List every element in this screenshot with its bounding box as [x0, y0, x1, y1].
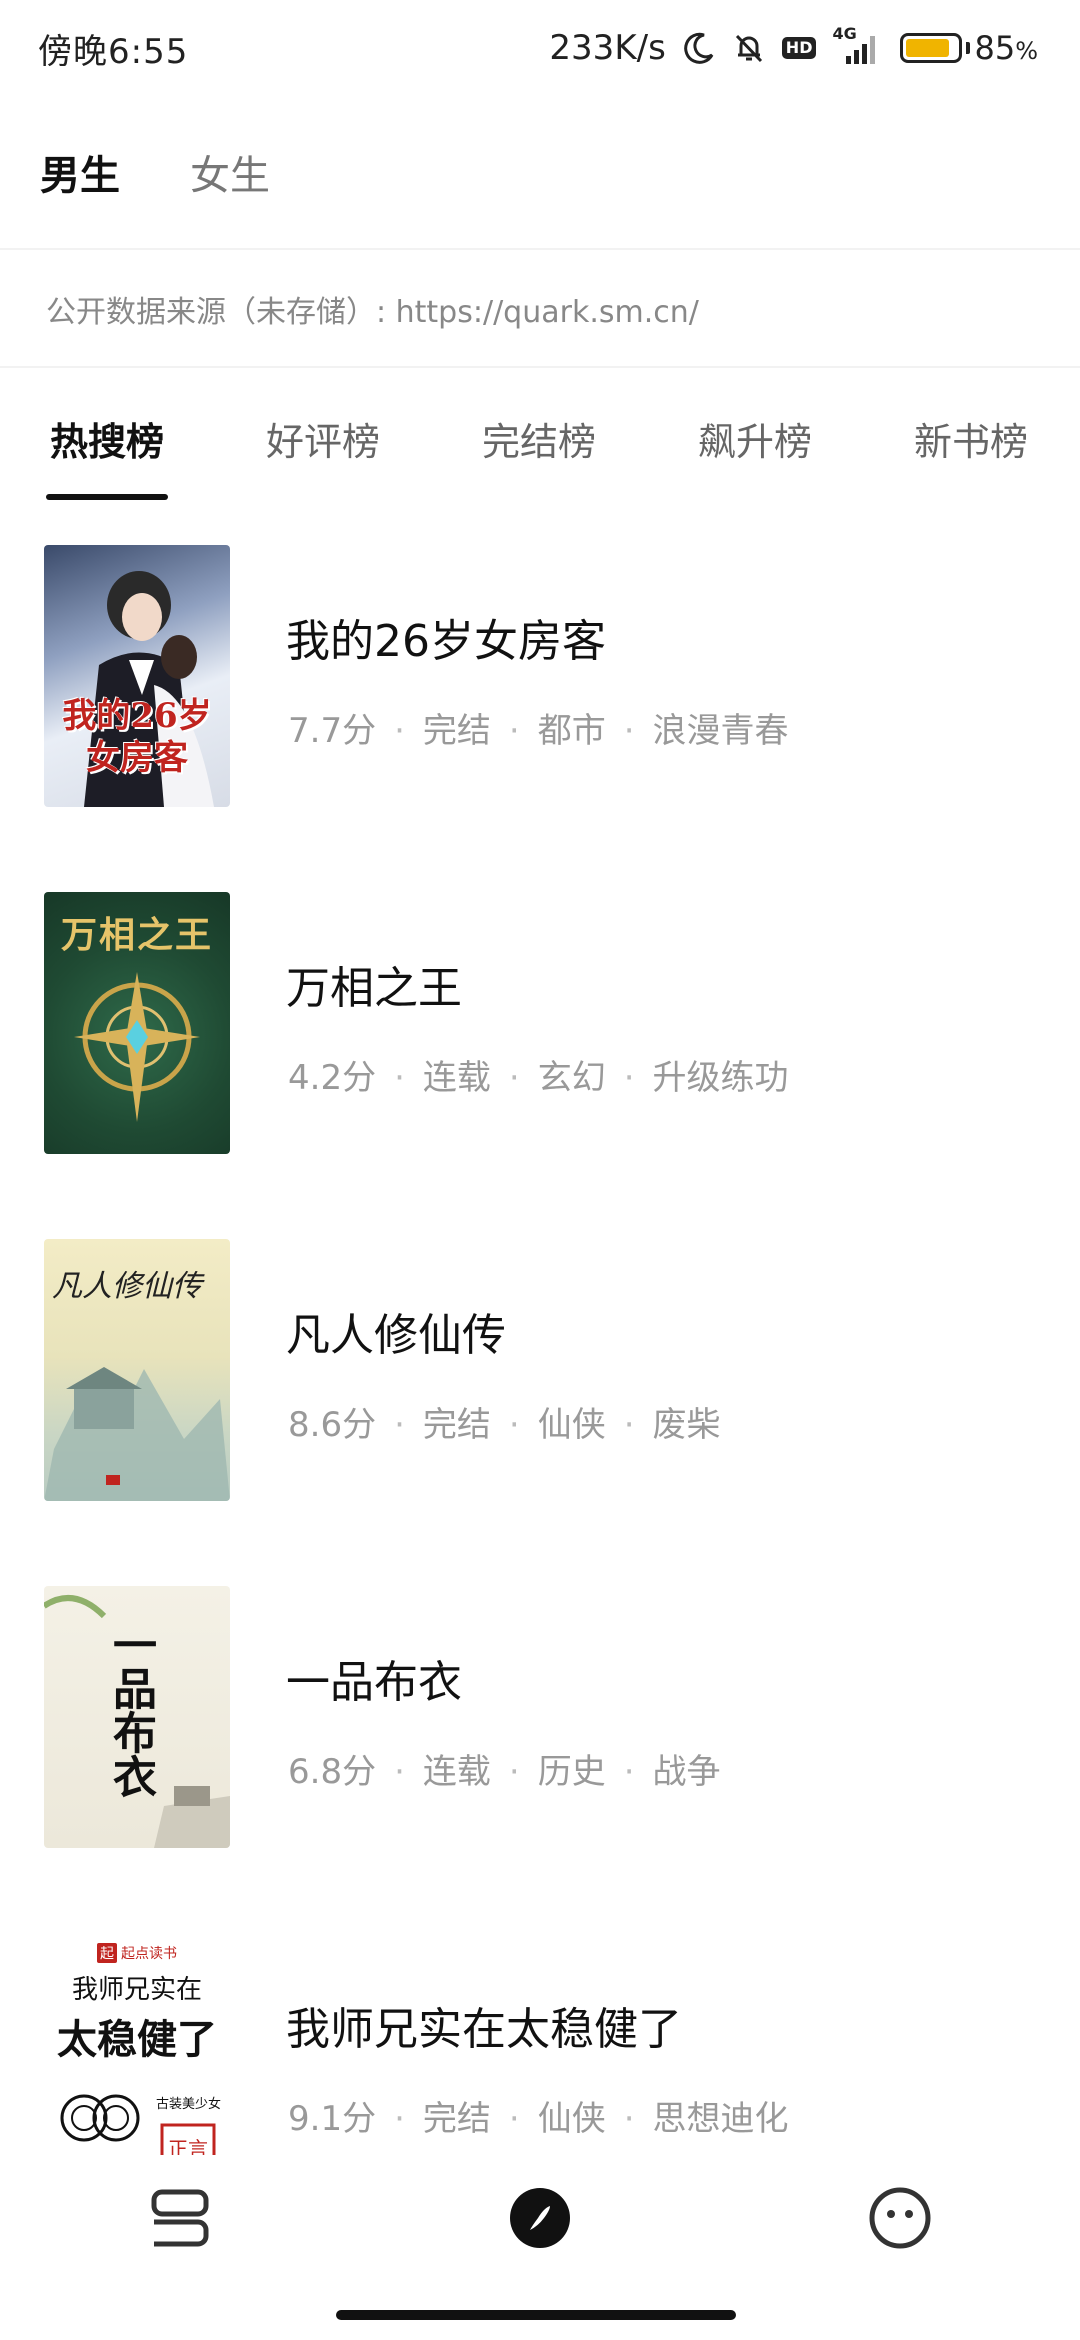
book-status: 连载	[422, 1752, 491, 1792]
tab-rising[interactable]: 飙升榜	[690, 370, 820, 506]
book-title[interactable]: 我的26岁女房客	[286, 605, 606, 669]
battery-indicator: 85%	[900, 29, 1038, 67]
book-meta: 6.8分 · 连载 · 历史 · 战争	[288, 1752, 721, 1792]
tab-hot-search[interactable]: 热搜榜	[42, 370, 172, 506]
cover-stamp: 正言	[168, 2137, 208, 2155]
battery-icon	[900, 33, 963, 63]
book-category: 历史	[537, 1752, 606, 1792]
ranking-tabs: 热搜榜 好评榜 完结榜 飙升榜 新书榜	[0, 370, 1080, 506]
tab-male[interactable]: 男生	[40, 143, 120, 201]
battery-fill	[906, 39, 949, 57]
cover-title: 万相之王	[60, 914, 213, 956]
book-title[interactable]: 凡人修仙传	[286, 1299, 506, 1363]
book-item[interactable]: 起起点读书 我师兄实在 太稳健了 古装美少女 正言 我师兄实在太稳健了 9.1分…	[0, 1933, 1080, 2155]
book-score: 4.2分	[288, 1058, 377, 1098]
book-meta: 4.2分 · 连载 · 玄幻 · 升级练功	[288, 1058, 789, 1098]
source-notice: 公开数据来源（未存储）: https://quark.sm.cn/	[0, 252, 1080, 368]
book-tag: 废柴	[652, 1405, 721, 1445]
book-status: 完结	[422, 1405, 491, 1445]
network-speed: 233K/s	[549, 28, 666, 68]
cover-title: 我的26岁女房客	[62, 696, 212, 778]
status-bar: 傍晚6:55 233K/s HD 4G 85%	[0, 0, 1080, 96]
book-category: 仙侠	[537, 2099, 606, 2139]
book-cover[interactable]: 凡人修仙传	[44, 1239, 230, 1501]
profile-face-icon	[868, 2186, 932, 2254]
cover-title: 凡人修仙传	[52, 1269, 202, 1304]
book-item[interactable]: 万相之王 万相之王 4.2分 · 连载 · 玄幻 · 升级练功	[0, 892, 1080, 1154]
book-status: 完结	[422, 2099, 491, 2139]
active-tab-indicator	[46, 494, 168, 500]
book-tag: 浪漫青春	[652, 711, 789, 751]
book-cover[interactable]: 我的26岁女房客	[44, 545, 230, 807]
bell-muted-icon	[732, 31, 766, 65]
app-screen: 傍晚6:55 233K/s HD 4G 85% 男生 女生 公开数据来源（未存储…	[0, 0, 1080, 2340]
book-status: 连载	[422, 1058, 491, 1098]
book-meta: 9.1分 · 完结 · 仙侠 · 思想迪化	[288, 2099, 789, 2139]
battery-percent: 85	[974, 29, 1016, 67]
status-time: 傍晚6:55	[38, 31, 189, 72]
book-cover[interactable]: 起起点读书 我师兄实在 太稳健了 古装美少女 正言	[44, 1933, 230, 2155]
tab-completed[interactable]: 完结榜	[474, 370, 604, 506]
gender-tabs: 男生 女生	[0, 96, 1080, 250]
nav-bookshelf[interactable]	[142, 2182, 218, 2258]
book-cover[interactable]: 一品布衣	[44, 1586, 230, 1848]
book-meta: 7.7分 · 完结 · 都市 · 浪漫青春	[288, 711, 789, 751]
book-score: 8.6分	[288, 1405, 377, 1445]
book-item[interactable]: 一品布衣 一品布衣 6.8分 · 连载 · 历史 · 战争	[0, 1586, 1080, 1848]
book-category: 玄幻	[537, 1058, 606, 1098]
book-tag: 升级练功	[652, 1058, 789, 1098]
book-category: 都市	[537, 711, 606, 751]
book-tag: 战争	[652, 1752, 721, 1792]
book-meta: 8.6分 · 完结 · 仙侠 · 废柴	[288, 1405, 721, 1445]
book-title[interactable]: 万相之王	[286, 952, 462, 1016]
tab-top-rated[interactable]: 好评榜	[258, 370, 388, 506]
signal-icon: 4G	[832, 24, 884, 66]
book-category: 仙侠	[537, 1405, 606, 1445]
book-score: 7.7分	[288, 711, 377, 751]
nav-profile[interactable]	[862, 2182, 938, 2258]
book-list: 我的26岁女房客 我的26岁女房客 7.7分 · 完结 · 都市 · 浪漫青春 万相之王 万…	[0, 545, 1080, 2155]
tab-new-books[interactable]: 新书榜	[906, 370, 1036, 506]
cover-badge: 古装美少女	[156, 2097, 222, 2112]
book-title[interactable]: 一品布衣	[286, 1646, 462, 1710]
hd-badge: HD	[781, 37, 817, 59]
discover-compass-icon	[508, 2186, 572, 2254]
cover-title: 一品布衣	[105, 1622, 156, 1798]
book-tag: 思想迪化	[652, 2099, 789, 2139]
book-cover[interactable]: 万相之王	[44, 892, 230, 1154]
cover-illustration	[60, 2094, 216, 2155]
bottom-nav	[0, 2160, 1080, 2290]
book-status: 完结	[422, 711, 491, 751]
home-indicator[interactable]	[336, 2310, 736, 2320]
nav-discover[interactable]	[502, 2182, 578, 2258]
status-icons: 233K/s HD 4G 85%	[549, 24, 1038, 68]
book-title[interactable]: 我师兄实在太稳健了	[286, 1993, 682, 2057]
moon-icon	[682, 31, 716, 65]
book-score: 6.8分	[288, 1752, 377, 1792]
book-item[interactable]: 我的26岁女房客 我的26岁女房客 7.7分 · 完结 · 都市 · 浪漫青春	[0, 545, 1080, 807]
book-score: 9.1分	[288, 2099, 377, 2139]
tab-female[interactable]: 女生	[190, 143, 270, 201]
book-item[interactable]: 凡人修仙传 凡人修仙传 8.6分 · 完结 · 仙侠 · 废柴	[0, 1239, 1080, 1501]
bookshelf-icon	[148, 2188, 212, 2252]
